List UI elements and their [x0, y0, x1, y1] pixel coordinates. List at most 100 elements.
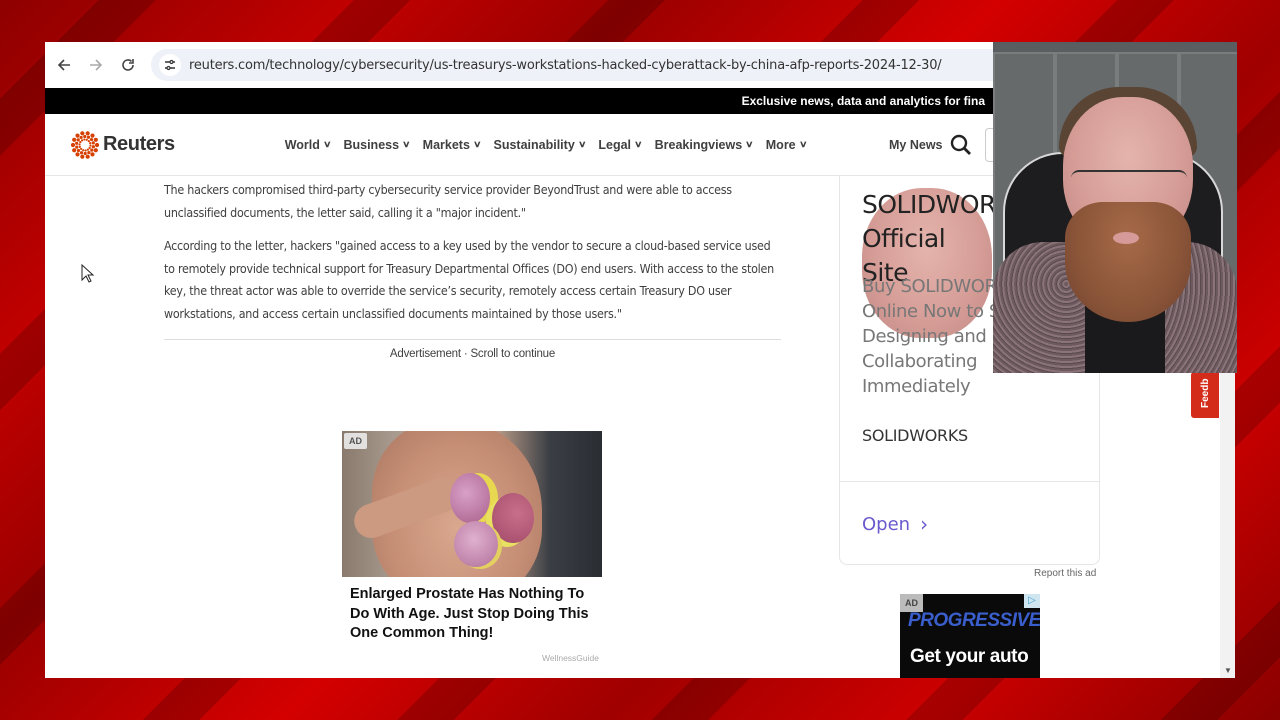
logo-dot	[86, 135, 91, 139]
logo-dot	[90, 151, 95, 156]
divider	[164, 339, 781, 340]
logo-dot	[93, 147, 98, 152]
description-line: Collaborating	[862, 351, 978, 372]
ad-title[interactable]: Enlarged Prostate Has Nothing To Do With…	[342, 585, 602, 644]
logo-dot	[83, 134, 87, 138]
logo-dot	[80, 147, 83, 150]
nav-item-markets[interactable]: Markets ∨	[423, 138, 482, 152]
onion-shape	[450, 473, 490, 523]
site-info-button[interactable]	[159, 54, 181, 76]
arrow-right-icon	[90, 59, 103, 71]
nav-label: Sustainability	[493, 137, 575, 152]
progressive-ad[interactable]: AD ▷ PROGRESSIVE Get your auto	[900, 594, 1040, 678]
mouse-cursor-icon	[81, 264, 95, 283]
ad-brand: SOLIDWORKS	[862, 426, 968, 445]
open-button[interactable]: Open ›	[862, 512, 928, 536]
ad-description: Buy SOLIDWOR Online Now to S Designing a…	[862, 274, 1000, 399]
description-line: Immediately	[862, 376, 971, 397]
back-button[interactable]	[49, 50, 79, 80]
nav-item-legal[interactable]: Legal ∨	[598, 137, 642, 152]
scroll-down-arrow[interactable]: ▼	[1224, 666, 1232, 675]
nav-item-more[interactable]: More ∨	[765, 137, 807, 152]
my-news-link[interactable]: My News	[889, 138, 943, 152]
logo-dot	[89, 141, 92, 144]
url-text[interactable]: reuters.com/technology/cybersecurity/us-…	[189, 58, 942, 73]
nav-label: More	[765, 137, 796, 152]
logo-dot	[87, 150, 91, 154]
chevron-down-icon: ∨	[402, 139, 411, 149]
promo-text: Exclusive news, data and analytics for f…	[741, 94, 985, 108]
logo-dot	[75, 151, 80, 156]
logo-dot	[90, 133, 95, 138]
logo-dot	[85, 154, 90, 159]
nav-label: Business	[343, 137, 400, 152]
reload-button[interactable]	[113, 50, 143, 80]
adchoices-icon[interactable]: ▷	[1024, 594, 1040, 608]
chevron-down-icon: ∨	[745, 139, 754, 149]
nav-item-world[interactable]: World ∨	[284, 137, 332, 152]
logo-dot	[90, 148, 94, 152]
chevron-down-icon: ∨	[322, 139, 332, 149]
nav-label: Breakingviews	[654, 137, 743, 152]
divider	[840, 481, 1099, 482]
logo-dot	[72, 137, 77, 142]
logo-dot	[71, 142, 76, 147]
logo-dot	[75, 133, 80, 138]
ad-caption: Advertisement · Scroll to continue	[389, 348, 556, 360]
nav-item-breakingviews[interactable]: Breakingviews ∨	[654, 137, 754, 152]
search-icon[interactable]	[950, 134, 972, 156]
description-line: Designing and	[862, 326, 987, 347]
nav-label: World	[284, 137, 320, 152]
reuters-logo[interactable]: Reuters	[71, 130, 175, 159]
logo-dot	[86, 148, 90, 151]
description-line: Buy SOLIDWOR	[862, 276, 997, 297]
logo-dot	[75, 144, 79, 149]
logo-dot	[79, 135, 83, 139]
webcam-overlay	[993, 42, 1237, 373]
logo-dot	[87, 139, 90, 142]
mouth-shape	[1113, 232, 1139, 244]
tune-icon	[165, 59, 175, 71]
headline-line: SOLIDWOR	[862, 190, 996, 219]
logo-dot	[85, 130, 90, 135]
logo-dot	[80, 138, 84, 141]
glasses-shape	[1071, 170, 1187, 194]
chevron-down-icon: ∨	[472, 139, 482, 149]
logo-text: Reuters	[103, 133, 175, 155]
nav-label: Legal	[598, 137, 632, 152]
progressive-logo: PROGRESSIVE	[908, 610, 1040, 631]
chevron-down-icon: ∨	[577, 139, 587, 149]
logo-dot	[80, 130, 85, 135]
logo-dot	[84, 148, 87, 152]
logo-dot	[72, 147, 77, 152]
feedback-tab[interactable]: Feedb	[1191, 372, 1219, 418]
logo-dot	[91, 144, 95, 148]
logo-dot	[82, 148, 85, 151]
logo-dot	[79, 150, 84, 154]
nav-item-business[interactable]: Business ∨	[343, 137, 411, 152]
logo-dot	[75, 141, 79, 145]
logo-dot	[79, 140, 82, 143]
chevron-right-icon: ›	[920, 512, 929, 536]
ad-source: WellnessGuide	[541, 652, 599, 663]
logo-dot	[76, 148, 81, 152]
logo-dot	[89, 143, 92, 147]
beard-shape	[1065, 202, 1191, 322]
reload-icon	[122, 59, 134, 71]
nav-item-sustainability[interactable]: Sustainability ∨	[493, 137, 587, 152]
report-ad-link[interactable]: Report this ad	[1034, 568, 1096, 579]
ad-image[interactable]: AD	[342, 431, 602, 577]
logo-dot	[88, 146, 91, 149]
reuters-logo-icon	[71, 130, 99, 159]
sign-in-button[interactable]	[985, 128, 993, 162]
logo-dot	[89, 137, 94, 141]
logo-dot	[93, 137, 98, 142]
forward-button[interactable]	[81, 50, 111, 80]
logo-dot	[78, 142, 81, 146]
article-paragraph: The hackers compromised third-party cybe…	[164, 182, 732, 220]
ad-badge: AD	[344, 433, 367, 449]
logo-dot	[80, 154, 85, 159]
logo-dot	[85, 138, 88, 141]
sponsored-ad-card[interactable]: AD Enlarged Prostate Has Nothing To Do W…	[342, 431, 602, 663]
logo-dot	[94, 142, 99, 147]
